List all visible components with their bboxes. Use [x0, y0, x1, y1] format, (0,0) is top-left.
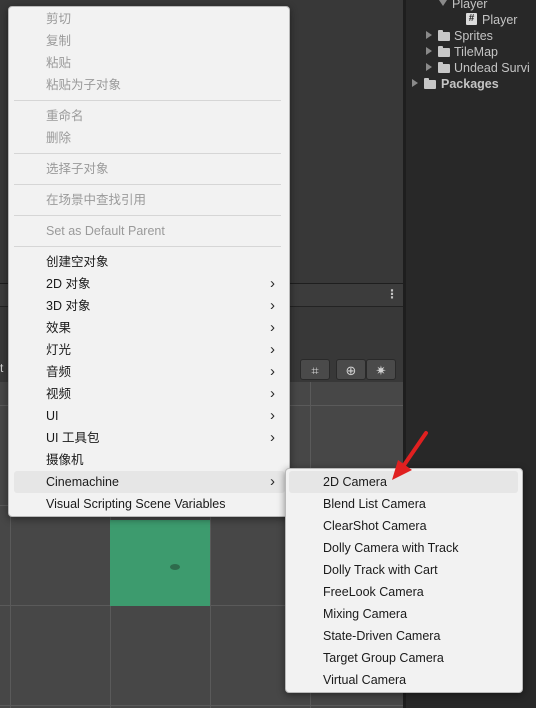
submenu-item-dolly-track-with-cart[interactable]: Dolly Track with Cart [289, 559, 518, 581]
submenu-item-clearshot-camera[interactable]: ClearShot Camera [289, 515, 518, 537]
expand-arrow-icon[interactable] [439, 0, 447, 6]
chevron-right-icon: › [270, 341, 275, 358]
menu-item-paste-as-child[interactable]: 粘贴为子对象 [14, 74, 285, 96]
menu-item-delete[interactable]: 删除 [14, 127, 285, 149]
chevron-right-icon: › [270, 385, 275, 402]
menu-separator [14, 153, 281, 154]
folder-icon [438, 46, 450, 57]
menu-item-label: 效果 [46, 321, 72, 335]
tree-item-tilemap[interactable]: TileMap [454, 44, 498, 60]
red-annotation-arrow-icon [392, 431, 428, 480]
cinemachine-submenu: 2D Camera Blend List Camera ClearShot Ca… [285, 468, 523, 693]
menu-item-create-empty[interactable]: 创建空对象 [14, 251, 285, 273]
menu-item-label: 灯光 [46, 343, 72, 357]
gizmo-button[interactable]: ⊕ [336, 359, 366, 380]
submenu-item-virtual-camera[interactable]: Virtual Camera [289, 669, 518, 691]
menu-item-camera[interactable]: 摄像机 [14, 449, 285, 471]
expand-arrow-icon[interactable] [412, 79, 418, 87]
menu-item-label: 3D 对象 [46, 299, 91, 313]
menu-separator [14, 215, 281, 216]
toolbar-cut-label: t [0, 361, 4, 375]
menu-item-effects[interactable]: 效果 › [14, 317, 285, 339]
menu-separator [14, 184, 281, 185]
script-icon: # [466, 13, 477, 25]
visibility-button[interactable]: ✷ [366, 359, 396, 380]
menu-item-2d-object[interactable]: 2D 对象 › [14, 273, 285, 295]
chevron-right-icon: › [270, 473, 275, 490]
menu-item-rename[interactable]: 重命名 [14, 105, 285, 127]
submenu-item-dolly-camera-with-track[interactable]: Dolly Camera with Track [289, 537, 518, 559]
grid-snap-button[interactable]: ⌗ [300, 359, 330, 380]
menu-item-ui-toolkit[interactable]: UI 工具包 › [14, 427, 285, 449]
grid-line [0, 705, 403, 706]
menu-item-label: 2D 对象 [46, 277, 91, 291]
folder-icon [438, 62, 450, 73]
submenu-item-mixing-camera[interactable]: Mixing Camera [289, 603, 518, 625]
menu-item-label: 音频 [46, 365, 72, 379]
chevron-right-icon: › [270, 407, 275, 424]
context-menu: 剪切 复制 粘贴 粘贴为子对象 重命名 删除 选择子对象 在场景中查找引用 Se… [8, 6, 290, 517]
menu-item-light[interactable]: 灯光 › [14, 339, 285, 361]
menu-item-cinemachine[interactable]: Cinemachine › [14, 471, 285, 493]
menu-item-audio[interactable]: 音频 › [14, 361, 285, 383]
menu-item-find-references[interactable]: 在场景中查找引用 [14, 189, 285, 211]
menu-separator [14, 246, 281, 247]
menu-item-label: UI [46, 409, 59, 423]
chevron-right-icon: › [270, 297, 275, 314]
menu-item-paste[interactable]: 粘贴 [14, 52, 285, 74]
submenu-item-state-driven-camera[interactable]: State-Driven Camera [289, 625, 518, 647]
expand-arrow-icon[interactable] [426, 63, 432, 71]
menu-item-select-children[interactable]: 选择子对象 [14, 158, 285, 180]
expand-arrow-icon[interactable] [426, 31, 432, 39]
expand-arrow-icon[interactable] [426, 47, 432, 55]
menu-item-copy[interactable]: 复制 [14, 30, 285, 52]
sprite-detail [170, 564, 180, 570]
submenu-item-freelook-camera[interactable]: FreeLook Camera [289, 581, 518, 603]
tree-item-packages[interactable]: Packages [441, 76, 499, 92]
submenu-item-blend-list-camera[interactable]: Blend List Camera [289, 493, 518, 515]
folder-icon [424, 78, 436, 89]
tree-item-player-script[interactable]: Player [482, 12, 517, 28]
tree-item-player-folder[interactable]: Player [452, 0, 487, 12]
player-sprite[interactable] [110, 520, 210, 606]
menu-item-label: Cinemachine [46, 475, 119, 489]
submenu-item-target-group-camera[interactable]: Target Group Camera [289, 647, 518, 669]
chevron-right-icon: › [270, 429, 275, 446]
menu-item-set-default-parent[interactable]: Set as Default Parent [14, 220, 285, 242]
folder-icon [438, 30, 450, 41]
menu-item-visual-scripting-scene-variables[interactable]: Visual Scripting Scene Variables [14, 493, 285, 515]
more-options-icon[interactable]: ⋮ [386, 287, 398, 301]
chevron-right-icon: › [270, 275, 275, 292]
menu-item-ui[interactable]: UI › [14, 405, 285, 427]
menu-item-label: 视频 [46, 387, 72, 401]
menu-item-label: UI 工具包 [46, 431, 100, 445]
chevron-right-icon: › [270, 363, 275, 380]
chevron-right-icon: › [270, 319, 275, 336]
menu-separator [14, 100, 281, 101]
menu-item-video[interactable]: 视频 › [14, 383, 285, 405]
menu-item-cut[interactable]: 剪切 [14, 8, 285, 30]
menu-item-3d-object[interactable]: 3D 对象 › [14, 295, 285, 317]
tree-item-undead-survivor[interactable]: Undead Survi [454, 60, 530, 76]
tree-item-sprites[interactable]: Sprites [454, 28, 493, 44]
